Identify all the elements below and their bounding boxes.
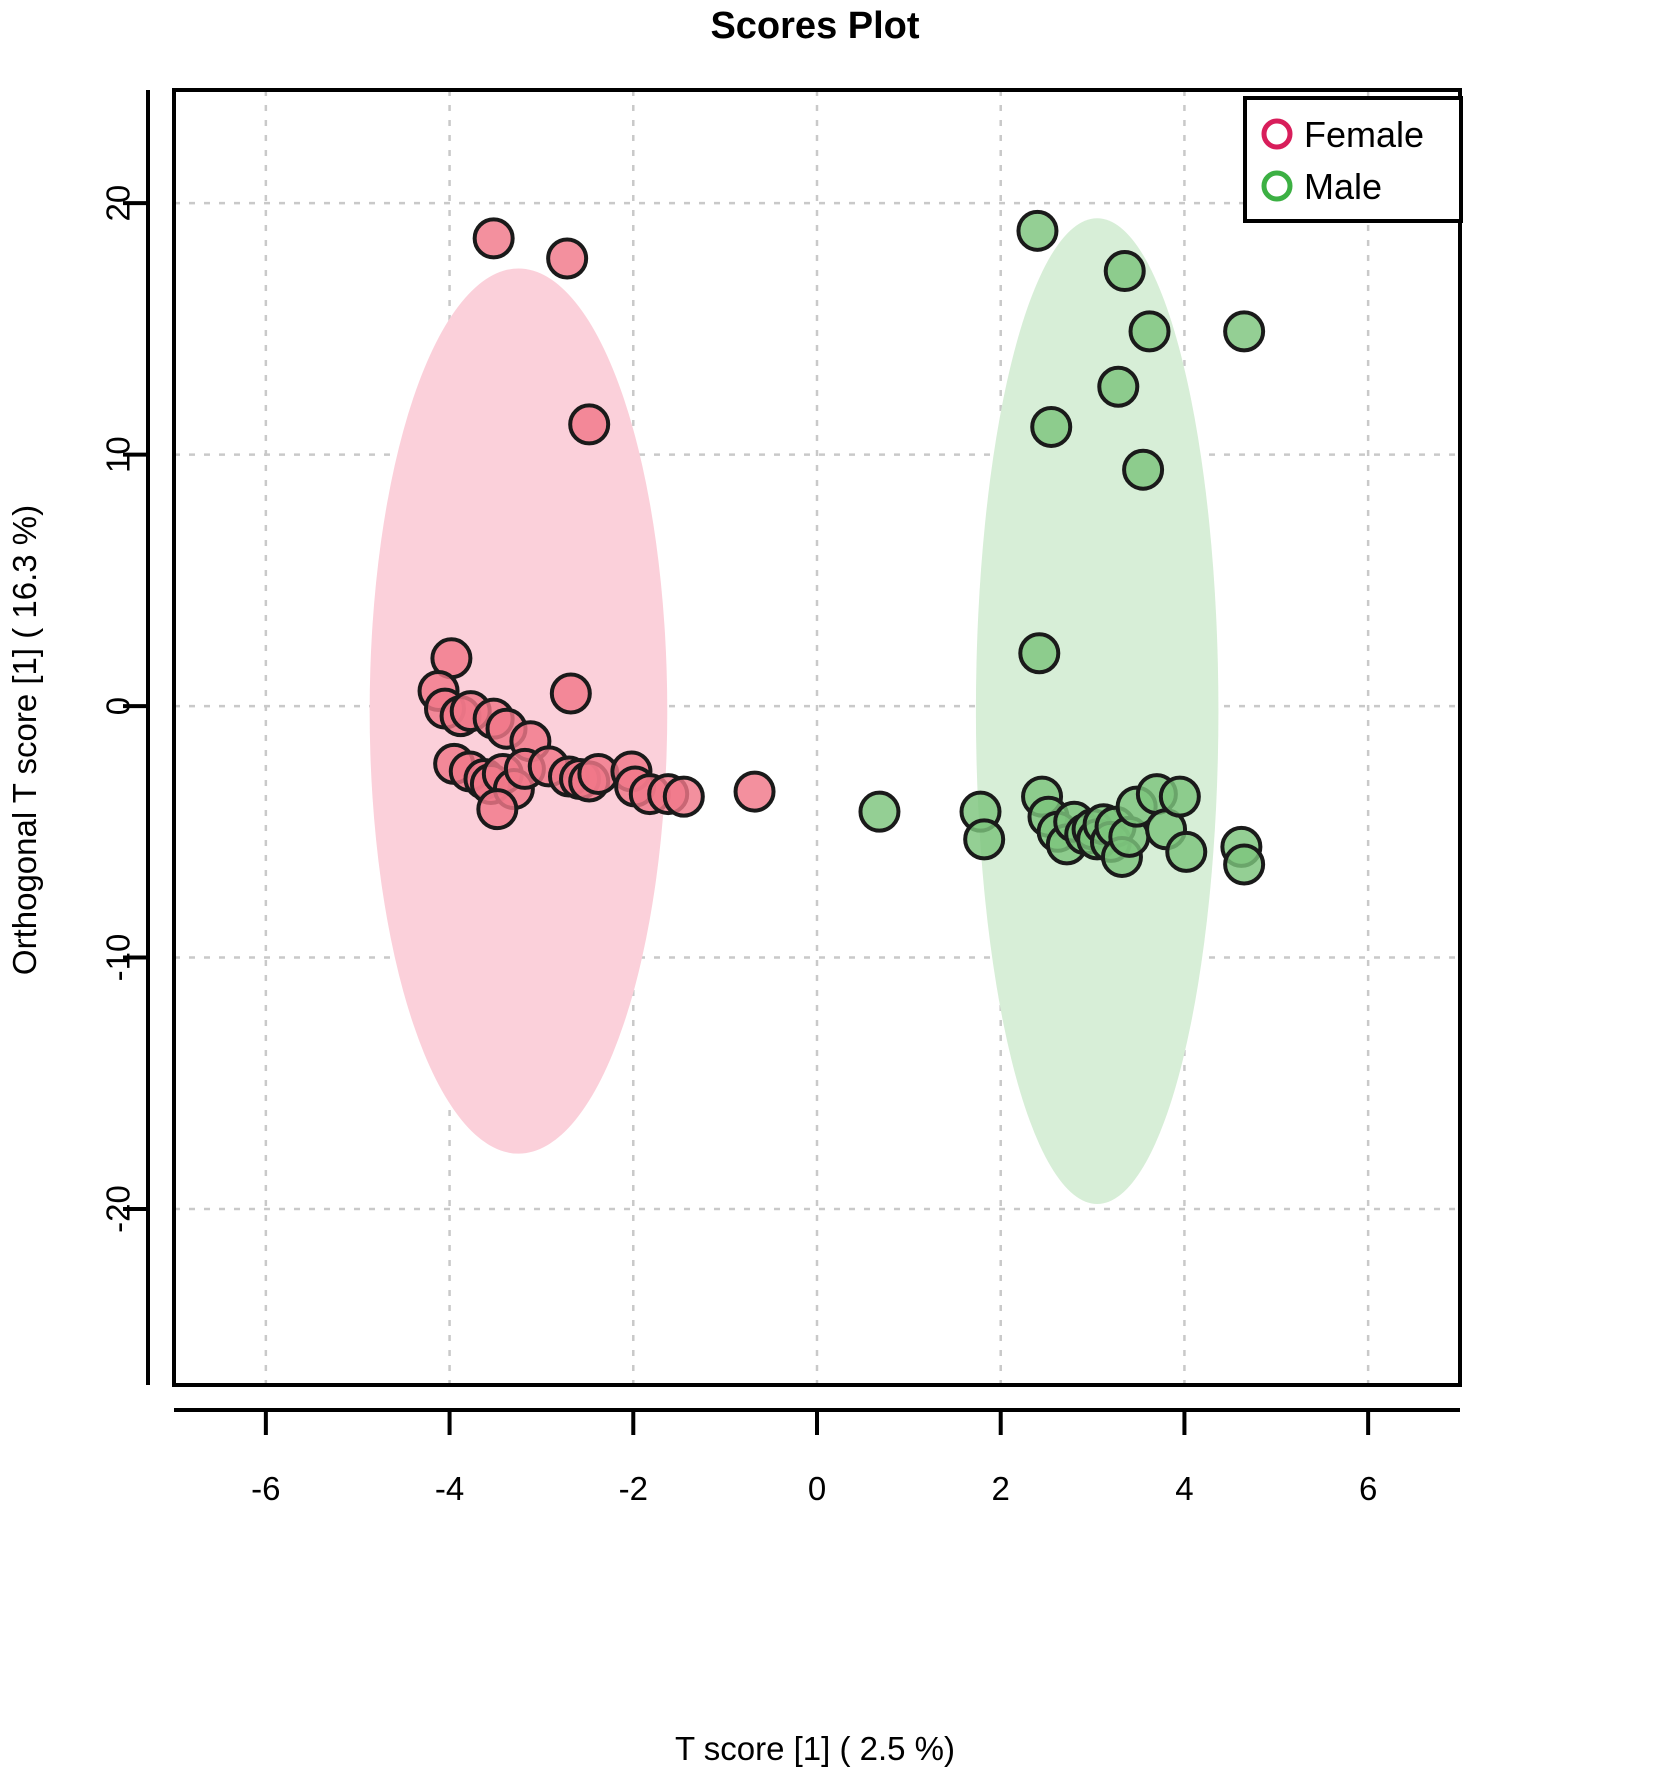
data-point[interactable] bbox=[1097, 365, 1140, 408]
confidence-ellipse-male bbox=[975, 218, 1219, 1204]
data-point[interactable] bbox=[662, 775, 705, 818]
data-point[interactable] bbox=[733, 770, 776, 813]
legend[interactable]: Female Male bbox=[1243, 96, 1463, 223]
legend-label-male: Male bbox=[1304, 166, 1382, 207]
data-point[interactable] bbox=[858, 790, 901, 833]
y-tick-label: 0 bbox=[100, 697, 137, 715]
data-point[interactable] bbox=[476, 788, 519, 831]
x-tick-label: -2 bbox=[619, 1470, 648, 1507]
data-point[interactable] bbox=[1018, 632, 1061, 675]
data-point[interactable] bbox=[963, 818, 1006, 861]
x-tick-label: 4 bbox=[1175, 1470, 1193, 1507]
data-point[interactable] bbox=[546, 237, 589, 280]
x-tick-label: 6 bbox=[1359, 1470, 1377, 1507]
data-point[interactable] bbox=[568, 403, 611, 446]
y-axis-label: Orthogonal T score [1] ( 16.3 %) bbox=[6, 505, 43, 975]
data-point[interactable] bbox=[1030, 405, 1073, 448]
page-title: Scores Plot bbox=[710, 5, 919, 47]
data-point[interactable] bbox=[1122, 448, 1165, 491]
confidence-ellipse-female bbox=[369, 268, 668, 1154]
data-point[interactable] bbox=[549, 672, 592, 715]
y-tick-label: -20 bbox=[100, 1185, 137, 1233]
data-point[interactable] bbox=[1158, 775, 1201, 818]
x-tick-label: -6 bbox=[251, 1470, 280, 1507]
y-tick-label: 20 bbox=[100, 185, 137, 222]
x-axis-label: T score [1] ( 2.5 %) bbox=[675, 1730, 955, 1767]
data-point[interactable] bbox=[1016, 209, 1059, 252]
legend-label-female: Female bbox=[1304, 114, 1424, 155]
data-point[interactable] bbox=[1223, 843, 1266, 886]
x-tick-label: 2 bbox=[992, 1470, 1010, 1507]
scatter-plot-svg: Scores Plot -6 -4 -2 0 2 4 6-20-1001020 T scor… bbox=[0, 0, 1671, 1790]
y-tick-label: -10 bbox=[100, 934, 137, 982]
data-point[interactable] bbox=[1103, 250, 1146, 293]
figure-background bbox=[0, 0, 1671, 1790]
data-point[interactable] bbox=[1223, 310, 1266, 353]
y-tick-label: 10 bbox=[100, 436, 137, 473]
x-tick-label: -4 bbox=[435, 1470, 464, 1507]
x-tick-label: 0 bbox=[808, 1470, 826, 1507]
data-point[interactable] bbox=[1128, 310, 1171, 353]
scores-plot-figure: Scores Plot -6 -4 -2 0 2 4 6 -20 -10 0 10 20 T scor… bbox=[0, 0, 1671, 1790]
data-point[interactable] bbox=[472, 217, 515, 260]
data-point[interactable] bbox=[1165, 830, 1208, 873]
